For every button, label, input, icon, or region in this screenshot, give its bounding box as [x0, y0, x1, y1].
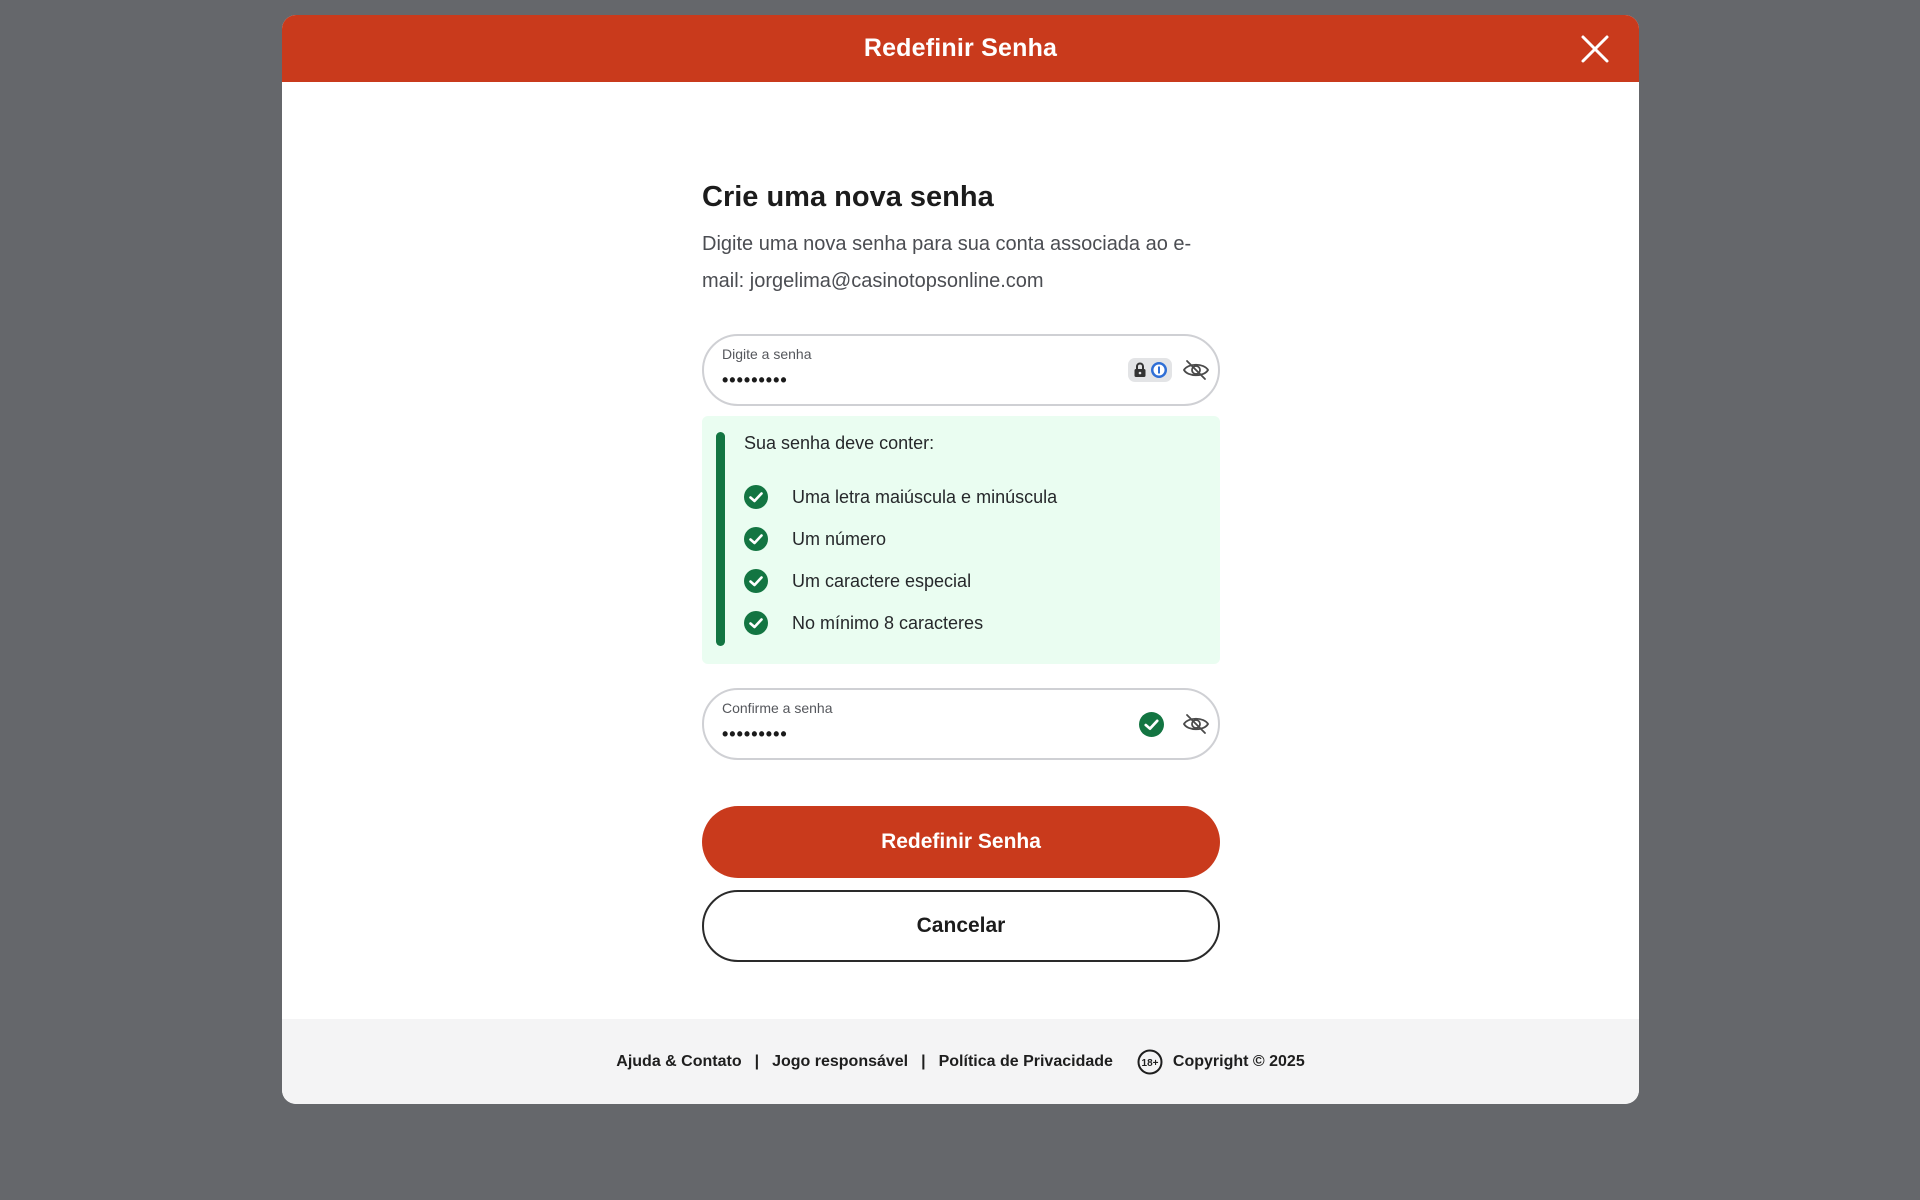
responsible-gaming-link[interactable]: Jogo responsável [772, 1053, 908, 1071]
requirement-item: Um caractere especial [744, 560, 1057, 602]
lock-icon [1134, 362, 1145, 377]
requirements-list: Uma letra maiúscula e minúscula Um númer… [744, 476, 1057, 644]
info-icon [1150, 362, 1167, 378]
age-badge-text: 18+ [1141, 1058, 1158, 1069]
subtitle-line-1: Digite uma nova senha para sua conta ass… [702, 233, 1192, 255]
password-requirements: Sua senha deve conter: Uma letra maiúscu… [702, 416, 1220, 664]
copyright-text: Copyright © 2025 [1172, 1052, 1305, 1070]
password-field-label: Digite a senha [722, 346, 812, 362]
check-circle-icon [744, 611, 768, 635]
requirement-label: Um número [792, 528, 887, 549]
requirements-accent-bar [716, 432, 725, 646]
check-circle-icon [744, 569, 768, 593]
modal-title: Redefinir Senha [863, 34, 1058, 62]
form-heading: Crie uma nova senha [702, 181, 994, 213]
password-input[interactable]: ••••••••• [722, 370, 788, 391]
match-check-icon [1139, 712, 1164, 737]
age-18-plus-icon: 18+ [1137, 1049, 1163, 1074]
requirement-item: Um número [744, 518, 1057, 560]
reset-password-button[interactable]: Redefinir Senha [702, 806, 1220, 878]
requirements-title: Sua senha deve conter: [744, 433, 935, 453]
cancel-button[interactable]: Cancelar [702, 890, 1220, 962]
requirement-item: No mínimo 8 caracteres [744, 602, 1057, 644]
reset-password-modal: Redefinir Senha Crie uma nova senha Digi… [282, 15, 1639, 1104]
help-contact-link[interactable]: Ajuda & Contato [616, 1053, 741, 1071]
requirement-label: Uma letra maiúscula e minúscula [792, 486, 1058, 507]
requirement-item: Uma letra maiúscula e minúscula [744, 476, 1057, 518]
form-subtitle: Digite uma nova senha para sua conta ass… [702, 226, 1220, 300]
footer-separator: | [921, 1052, 926, 1070]
password-field[interactable]: Digite a senha ••••••••• [702, 334, 1220, 406]
check-circle-icon [744, 485, 768, 509]
confirm-password-input[interactable]: ••••••••• [722, 724, 788, 745]
privacy-policy-link[interactable]: Política de Privacidade [939, 1053, 1113, 1071]
check-circle-icon [744, 527, 768, 551]
modal-footer: Ajuda & Contato | Jogo responsável | Pol… [282, 1019, 1639, 1104]
subtitle-line-2: mail: jorgelima@casinotopsonline.com [702, 270, 1044, 292]
requirement-label: No mínimo 8 caracteres [792, 612, 984, 633]
requirement-label: Um caractere especial [792, 570, 972, 591]
modal-header: Redefinir Senha [282, 15, 1639, 82]
confirm-password-field[interactable]: Confirme a senha ••••••••• [702, 688, 1220, 760]
hide-password-icon[interactable] [1182, 358, 1210, 382]
confirm-field-label: Confirme a senha [722, 700, 833, 716]
footer-separator: | [754, 1052, 760, 1070]
hide-confirm-password-icon[interactable] [1182, 712, 1210, 736]
password-manager-icon[interactable] [1128, 358, 1172, 382]
form-content: Crie uma nova senha Digite uma nova senh… [702, 180, 1220, 962]
close-icon[interactable] [1579, 33, 1611, 65]
